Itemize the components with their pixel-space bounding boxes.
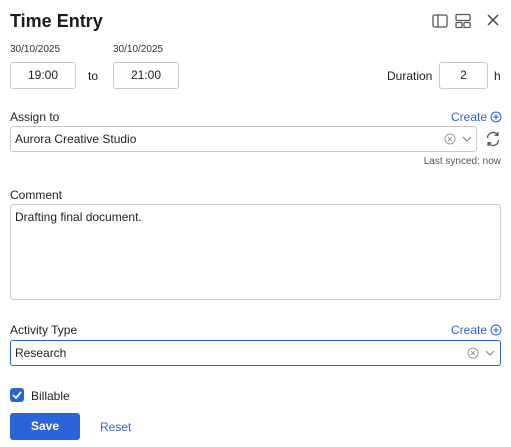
save-button[interactable]: Save	[10, 413, 80, 440]
sidebar-panel-icon[interactable]	[432, 13, 450, 31]
sync-icon[interactable]	[484, 130, 502, 148]
close-icon[interactable]	[486, 13, 504, 31]
clear-icon[interactable]	[444, 133, 456, 145]
duration-label: Duration	[387, 69, 433, 83]
end-date: 30/10/2025	[113, 44, 164, 55]
layout-icon[interactable]	[455, 13, 473, 31]
activity-type-value: Research	[15, 346, 67, 360]
activity-type-label: Activity Type	[10, 323, 78, 337]
duration-unit: h	[494, 69, 501, 83]
billable-label: Billable	[31, 389, 70, 403]
chevron-down-icon[interactable]	[485, 348, 495, 358]
activity-create-label: Create	[451, 323, 488, 337]
chevron-down-icon[interactable]	[462, 134, 472, 144]
start-time-input[interactable]: 19:00	[10, 62, 76, 89]
end-time-input[interactable]: 21:00	[113, 62, 179, 89]
plus-circle-icon	[490, 324, 502, 336]
to-label: to	[88, 69, 99, 83]
last-synced-text: Last synced: now	[423, 156, 501, 167]
clear-icon[interactable]	[467, 347, 479, 359]
duration-input[interactable]: 2	[439, 62, 488, 89]
activity-type-select[interactable]: Research	[10, 340, 501, 366]
assign-to-label: Assign to	[10, 110, 60, 124]
assign-to-select[interactable]: Aurora Creative Studio	[10, 126, 477, 152]
assign-create-label: Create	[451, 110, 488, 124]
reset-button[interactable]: Reset	[100, 420, 131, 434]
dialog-title: Time Entry	[10, 11, 103, 31]
assign-create-link[interactable]: Create	[451, 110, 502, 124]
assign-to-value: Aurora Creative Studio	[15, 132, 137, 146]
checkmark-icon	[12, 391, 22, 400]
activity-create-link[interactable]: Create	[451, 323, 502, 337]
comment-label: Comment	[10, 188, 63, 202]
plus-circle-icon	[490, 111, 502, 123]
billable-checkbox[interactable]	[10, 388, 24, 402]
start-date: 30/10/2025	[10, 44, 61, 55]
comment-textarea[interactable]: Drafting final document.	[10, 204, 501, 300]
